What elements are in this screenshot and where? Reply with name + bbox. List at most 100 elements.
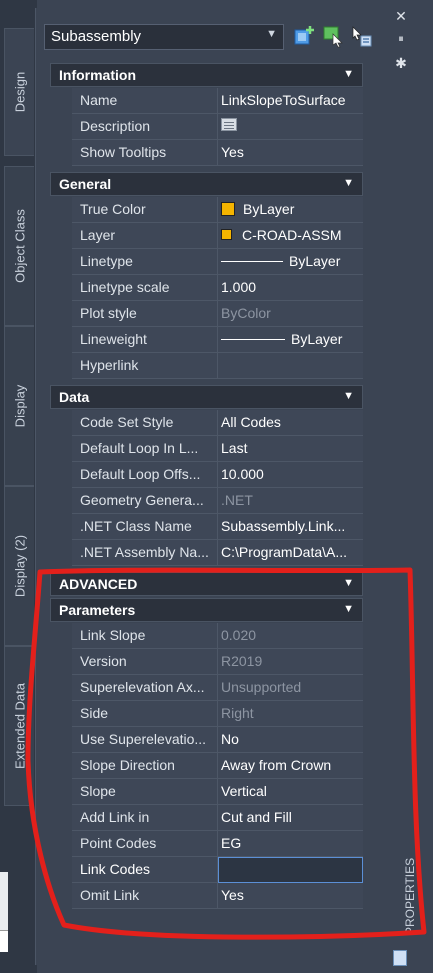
row-gutter: [50, 540, 72, 566]
select-objects-icon[interactable]: [321, 24, 345, 48]
property-value-text: ByLayer: [291, 331, 343, 347]
property-value[interactable]: C-ROAD-ASSM: [218, 223, 363, 249]
property-value[interactable]: Cut and Fill: [218, 805, 363, 831]
property-row-side[interactable]: Side Right: [50, 701, 363, 727]
section-data-title: Data: [59, 389, 90, 405]
collapse-arrow-icon[interactable]: ▼: [343, 390, 354, 402]
section-information[interactable]: Information ▼: [50, 63, 363, 87]
property-value[interactable]: ByLayer: [218, 197, 363, 223]
property-row-show-tooltips[interactable]: Show Tooltips Yes: [50, 140, 363, 166]
property-value[interactable]: [218, 353, 363, 379]
description-editor-icon[interactable]: [221, 118, 237, 131]
property-row-use-superelevation[interactable]: Use Superelevatio... No: [50, 727, 363, 753]
tab-display[interactable]: Display: [4, 326, 34, 486]
section-parameters-title: Parameters: [59, 602, 136, 618]
property-label: Side: [72, 701, 218, 727]
property-row-default-loop-offset[interactable]: Default Loop Offs... 10.000: [50, 462, 363, 488]
property-row-superelevation-axis[interactable]: Superelevation Ax... Unsupported: [50, 675, 363, 701]
property-row-link-codes[interactable]: Link Codes: [50, 857, 363, 883]
property-row-plot-style[interactable]: Plot style ByColor: [50, 301, 363, 327]
link-codes-input[interactable]: [218, 857, 363, 883]
property-row-slope[interactable]: Slope Vertical: [50, 779, 363, 805]
collapse-arrow-icon[interactable]: ▼: [343, 177, 354, 189]
row-gutter: [50, 223, 72, 249]
property-value[interactable]: LinkSlopeToSurface: [218, 88, 363, 114]
property-row-net-class-name[interactable]: .NET Class Name Subassembly.Link...: [50, 514, 363, 540]
property-row-net-assembly-name[interactable]: .NET Assembly Na... C:\ProgramData\A...: [50, 540, 363, 566]
property-row-slope-direction[interactable]: Slope Direction Away from Crown: [50, 753, 363, 779]
row-gutter: [50, 301, 72, 327]
property-label: Hyperlink: [72, 353, 218, 379]
row-gutter: [50, 649, 72, 675]
tab-design[interactable]: Design: [4, 28, 34, 156]
property-row-description[interactable]: Description: [50, 114, 363, 140]
gear-icon[interactable]: ✱: [394, 56, 408, 70]
property-label: Layer: [72, 223, 218, 249]
row-gutter: [50, 514, 72, 540]
tab-display-label: Display: [12, 384, 27, 428]
property-row-linetype[interactable]: Linetype ByLayer: [50, 249, 363, 275]
property-value[interactable]: Yes: [218, 883, 363, 909]
property-value[interactable]: 10.000: [218, 462, 363, 488]
property-row-add-link-in[interactable]: Add Link in Cut and Fill: [50, 805, 363, 831]
collapse-arrow-icon[interactable]: ▼: [343, 577, 354, 589]
palette-tab-strip: Design Object Class Display Display (2) …: [0, 0, 37, 973]
property-value: R2019: [218, 649, 363, 675]
object-type-select[interactable]: Subassembly ▼: [44, 24, 284, 50]
quick-select-icon[interactable]: [349, 24, 373, 48]
row-gutter: [50, 675, 72, 701]
property-row-point-codes[interactable]: Point Codes EG: [50, 831, 363, 857]
property-row-linetype-scale[interactable]: Linetype scale 1.000: [50, 275, 363, 301]
toggle-pickadd-icon[interactable]: [293, 24, 317, 48]
row-gutter: [50, 857, 72, 883]
row-gutter: [50, 805, 72, 831]
property-row-lineweight[interactable]: Lineweight ByLayer: [50, 327, 363, 353]
property-row-default-loop-in[interactable]: Default Loop In L... Last: [50, 436, 363, 462]
property-value[interactable]: [218, 114, 363, 140]
property-value[interactable]: Away from Crown: [218, 753, 363, 779]
property-value: ByColor: [218, 301, 363, 327]
lineweight-preview-icon: [221, 339, 285, 340]
property-value[interactable]: 1.000: [218, 275, 363, 301]
close-icon[interactable]: ✕: [394, 9, 408, 23]
tab-display-2[interactable]: Display (2): [4, 486, 34, 646]
property-value[interactable]: C:\ProgramData\A...: [218, 540, 363, 566]
property-row-hyperlink[interactable]: Hyperlink: [50, 353, 363, 379]
property-value: Unsupported: [218, 675, 363, 701]
row-gutter: [50, 779, 72, 805]
property-value[interactable]: EG: [218, 831, 363, 857]
property-row-name[interactable]: Name LinkSlopeToSurface: [50, 88, 363, 114]
section-advanced-title: ADVANCED: [59, 576, 138, 592]
collapse-arrow-icon[interactable]: ▼: [343, 603, 354, 615]
property-label: .NET Assembly Na...: [72, 540, 218, 566]
row-gutter: [50, 462, 72, 488]
auto-hide-icon[interactable]: ⏸: [394, 32, 408, 46]
section-parameters[interactable]: Parameters ▼: [50, 598, 363, 622]
property-value-text: ByLayer: [289, 253, 341, 269]
section-data[interactable]: Data ▼: [50, 385, 363, 409]
property-row-layer[interactable]: Layer C-ROAD-ASSM: [50, 223, 363, 249]
property-value[interactable]: ByLayer: [218, 327, 363, 353]
tab-object-class[interactable]: Object Class: [4, 166, 34, 326]
object-type-value: Subassembly: [51, 28, 142, 45]
row-gutter: [50, 249, 72, 275]
property-value[interactable]: All Codes: [218, 410, 363, 436]
collapse-arrow-icon[interactable]: ▼: [343, 68, 354, 80]
property-row-code-set-style[interactable]: Code Set Style All Codes: [50, 410, 363, 436]
property-row-version[interactable]: Version R2019: [50, 649, 363, 675]
property-value[interactable]: Vertical: [218, 779, 363, 805]
property-value[interactable]: Last: [218, 436, 363, 462]
tab-extended-data[interactable]: Extended Data: [4, 646, 34, 806]
property-row-link-slope[interactable]: Link Slope 0.020: [50, 623, 363, 649]
property-value[interactable]: No: [218, 727, 363, 753]
property-row-geometry-generator[interactable]: Geometry Genera... .NET: [50, 488, 363, 514]
property-label: True Color: [72, 197, 218, 223]
section-general[interactable]: General ▼: [50, 172, 363, 196]
property-row-omit-link[interactable]: Omit Link Yes: [50, 883, 363, 909]
property-value[interactable]: ByLayer: [218, 249, 363, 275]
property-value[interactable]: Subassembly.Link...: [218, 514, 363, 540]
property-value[interactable]: Yes: [218, 140, 363, 166]
section-advanced[interactable]: ADVANCED ▼: [50, 572, 363, 596]
property-label: Geometry Genera...: [72, 488, 218, 514]
property-row-true-color[interactable]: True Color ByLayer: [50, 197, 363, 223]
